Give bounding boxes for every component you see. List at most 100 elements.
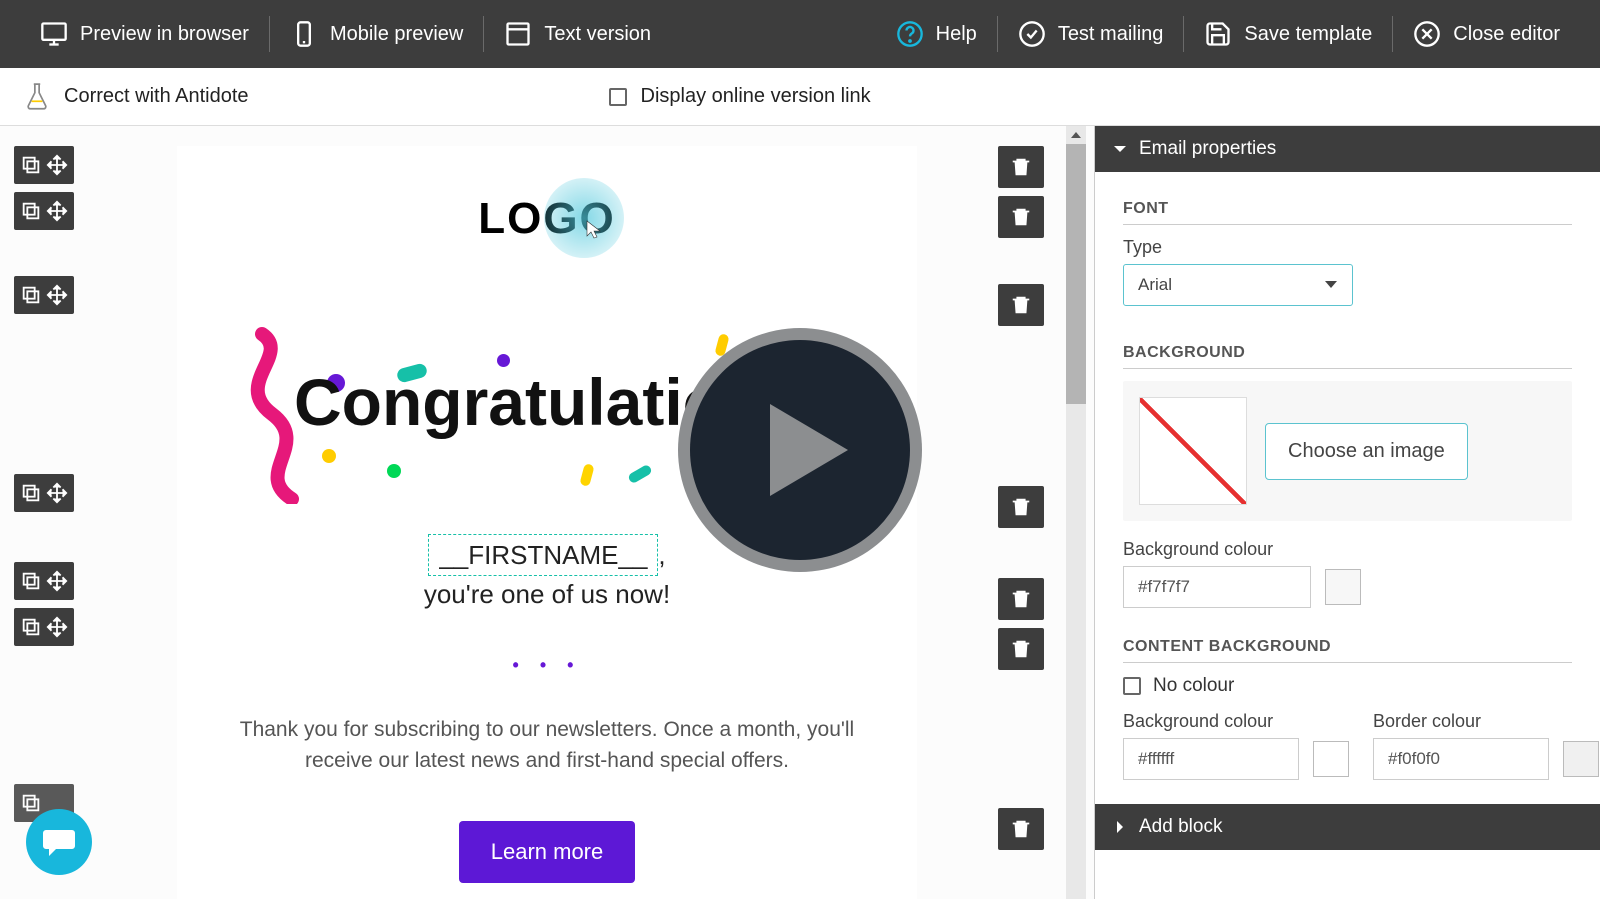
font-type-label: Type <box>1123 237 1572 258</box>
no-colour-label: No colour <box>1153 675 1234 697</box>
greeting-suffix: , <box>658 540 665 570</box>
confetti-dot <box>579 463 594 487</box>
text-version-label: Text version <box>544 23 651 46</box>
trash-icon <box>1008 816 1034 842</box>
close-editor-button[interactable]: Close editor <box>1393 20 1580 48</box>
background-image-swatch[interactable] <box>1139 397 1247 505</box>
copy-icon <box>18 198 44 224</box>
close-circle-icon <box>1413 20 1441 48</box>
greeting-line2: you're one of us now! <box>424 579 670 609</box>
scrollbar-thumb[interactable] <box>1066 144 1086 404</box>
move-icon <box>44 568 70 594</box>
block-control-row-4[interactable] <box>14 474 74 512</box>
email-canvas-area: LOGO Congratulations __FIRSTNAME__, you'… <box>0 126 1094 899</box>
trash-icon <box>1008 204 1034 230</box>
close-editor-label: Close editor <box>1453 23 1560 46</box>
border-colour-input[interactable] <box>1373 738 1549 780</box>
background-colour-input[interactable] <box>1123 566 1311 608</box>
copy-icon <box>18 282 44 308</box>
chevron-down-icon <box>1324 280 1338 290</box>
choose-image-button[interactable]: Choose an image <box>1265 423 1468 480</box>
display-online-version-checkbox[interactable]: Display online version link <box>609 85 871 108</box>
email-properties-label: Email properties <box>1139 138 1276 160</box>
move-icon <box>44 480 70 506</box>
canvas-scrollbar[interactable] <box>1066 126 1086 899</box>
block-control-row-2[interactable] <box>14 192 74 230</box>
mobile-icon <box>290 20 318 48</box>
flask-icon <box>24 82 50 112</box>
copy-icon <box>18 790 44 816</box>
checkbox-icon <box>1123 677 1141 695</box>
test-mailing-button[interactable]: Test mailing <box>998 20 1184 48</box>
block-delete-row-2[interactable] <box>998 196 1044 238</box>
body-text: Thank you for subscribing to our newslet… <box>237 714 857 777</box>
content-bg-colour-label: Background colour <box>1123 711 1349 732</box>
monitor-icon <box>40 20 68 48</box>
move-icon <box>44 614 70 640</box>
background-colour-swatch[interactable] <box>1325 569 1361 605</box>
block-control-row-3[interactable] <box>14 276 74 314</box>
copy-icon <box>18 480 44 506</box>
move-icon <box>44 198 70 224</box>
border-colour-swatch[interactable] <box>1563 741 1599 777</box>
cursor-icon <box>586 220 602 240</box>
block-delete-row-1[interactable] <box>998 146 1044 188</box>
learn-more-button[interactable]: Learn more <box>459 821 636 883</box>
border-colour-label: Border colour <box>1373 711 1599 732</box>
background-colour-label: Background colour <box>1123 539 1572 560</box>
play-icon <box>770 404 848 496</box>
trash-icon <box>1008 494 1034 520</box>
block-delete-row-5[interactable] <box>998 578 1044 620</box>
block-control-row-1[interactable] <box>14 146 74 184</box>
block-delete-row-3[interactable] <box>998 284 1044 326</box>
block-control-row-6[interactable] <box>14 608 74 646</box>
save-template-label: Save template <box>1244 23 1372 46</box>
copy-icon <box>18 152 44 178</box>
block-delete-row-4[interactable] <box>998 486 1044 528</box>
help-label: Help <box>936 23 977 46</box>
confetti-dot <box>322 449 336 463</box>
help-icon <box>896 20 924 48</box>
background-image-row: Choose an image <box>1123 381 1572 521</box>
content-background-section-title: CONTENT BACKGROUND <box>1123 638 1572 663</box>
content-bg-colour-input[interactable] <box>1123 738 1299 780</box>
scrollbar-up-arrow-icon[interactable] <box>1066 126 1086 144</box>
add-block-label: Add block <box>1139 816 1222 838</box>
trash-icon <box>1008 292 1034 318</box>
block-delete-row-7[interactable] <box>998 808 1044 850</box>
firstname-token[interactable]: __FIRSTNAME__ <box>428 534 658 576</box>
email-properties-header[interactable]: Email properties <box>1095 126 1600 172</box>
trash-icon <box>1008 154 1034 180</box>
copy-icon <box>18 568 44 594</box>
save-template-button[interactable]: Save template <box>1184 20 1392 48</box>
block-control-row-5[interactable] <box>14 562 74 600</box>
trash-icon <box>1008 636 1034 662</box>
display-online-version-label: Display online version link <box>641 85 871 108</box>
mobile-preview-button[interactable]: Mobile preview <box>270 20 483 48</box>
help-button[interactable]: Help <box>876 20 997 48</box>
check-circle-icon <box>1018 20 1046 48</box>
mobile-preview-label: Mobile preview <box>330 23 463 46</box>
text-version-button[interactable]: Text version <box>484 20 671 48</box>
font-type-value: Arial <box>1138 275 1172 295</box>
move-icon <box>44 282 70 308</box>
confetti-dot <box>627 464 653 485</box>
chevron-right-icon <box>1113 820 1127 834</box>
add-block-header[interactable]: Add block <box>1095 804 1600 850</box>
divider-dots: • • • <box>217 655 877 676</box>
no-colour-checkbox-row[interactable]: No colour <box>1123 675 1572 697</box>
correct-with-antidote-button[interactable]: Correct with Antidote <box>24 82 249 112</box>
font-type-select[interactable]: Arial <box>1123 264 1353 306</box>
content-bg-colour-swatch[interactable] <box>1313 741 1349 777</box>
save-icon <box>1204 20 1232 48</box>
move-icon <box>44 152 70 178</box>
test-mailing-label: Test mailing <box>1058 23 1164 46</box>
chat-bubble-button[interactable] <box>26 809 92 875</box>
block-delete-row-6[interactable] <box>998 628 1044 670</box>
preview-in-browser-button[interactable]: Preview in browser <box>20 20 269 48</box>
antidote-label: Correct with Antidote <box>64 85 249 108</box>
video-play-overlay[interactable] <box>678 328 922 572</box>
copy-icon <box>18 614 44 640</box>
chat-icon <box>42 827 76 857</box>
preview-in-browser-label: Preview in browser <box>80 23 249 46</box>
